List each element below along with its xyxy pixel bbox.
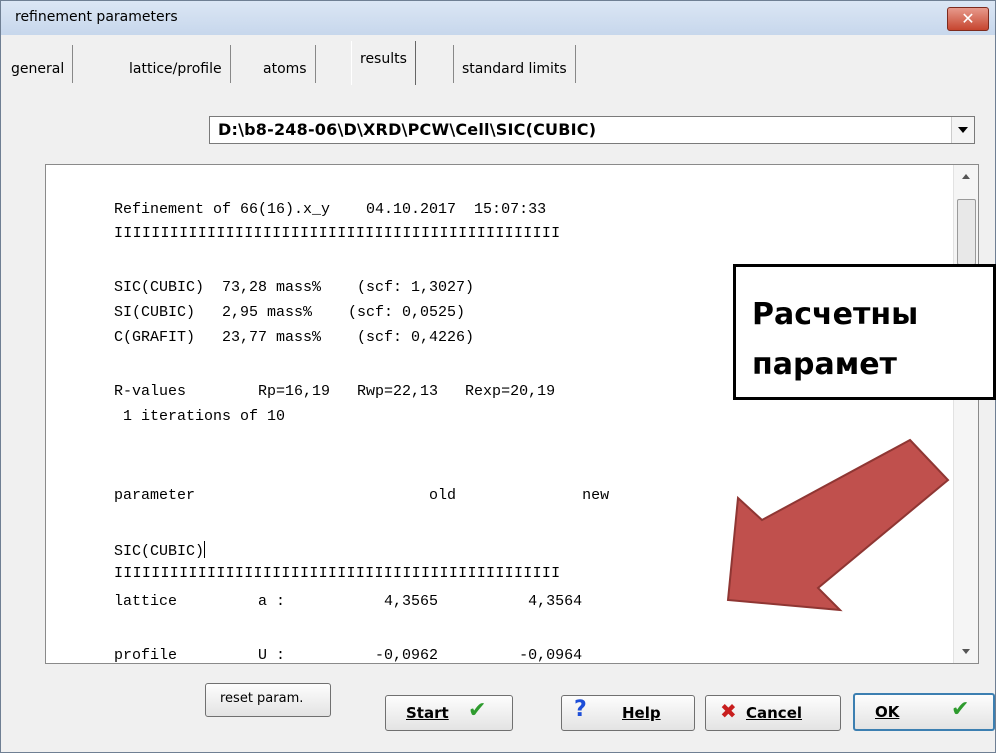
window-title: refinement parameters — [15, 9, 178, 25]
tab-atoms[interactable]: atoms — [255, 45, 316, 83]
question-icon: ? — [574, 697, 587, 722]
arrow-shape — [726, 438, 950, 612]
start-label: Start — [406, 704, 449, 722]
tab-strip: general lattice/profile atoms results st… — [1, 35, 995, 85]
results-divider: IIIIIIIIIIIIIIIIIIIIIIIIIIIIIIIIIIIIIIII… — [114, 225, 561, 242]
text-cursor — [204, 541, 206, 558]
tab-general[interactable]: general — [3, 45, 74, 83]
help-label: Help — [622, 704, 661, 722]
scroll-down-icon[interactable] — [954, 641, 978, 663]
phase-line: C(GRAFIT) 23,77 mass% (scf: 0,4226) — [114, 329, 475, 346]
chevron-down-icon[interactable] — [951, 117, 974, 143]
start-button[interactable]: Start ✔ — [385, 695, 513, 731]
ok-button[interactable]: OK ✔ — [853, 693, 995, 731]
tab-standard-limits[interactable]: standard limits — [453, 45, 576, 83]
annotation-line-2: парамет — [752, 347, 897, 382]
annotation-arrow — [726, 438, 950, 612]
profile-line: profile U : -0,0962 -0,0964 — [114, 647, 583, 664]
lattice-line: lattice a : 4,3565 4,3564 — [114, 593, 583, 610]
path-value: D:\b8-248-06\D\XRD\PCW\Cell\SIC(CUBIC) — [218, 120, 597, 139]
parameter-header-line: parameter old new — [114, 487, 610, 504]
close-icon: ✕ — [961, 9, 975, 28]
scroll-thumb[interactable] — [957, 199, 976, 265]
reset-param-button[interactable]: reset param. — [205, 683, 331, 717]
checkmark-icon: ✔ — [468, 698, 487, 723]
ok-label: OK — [875, 703, 900, 721]
close-icon: ✖ — [720, 699, 737, 723]
phase-name-line: SIC(CUBIC) — [114, 541, 206, 560]
tab-results[interactable]: results — [351, 41, 416, 85]
cancel-button[interactable]: ✖ Cancel — [705, 695, 841, 731]
results-header: Refinement of 66(16).x_y 04.10.2017 15:0… — [114, 201, 547, 218]
tab-lattice-profile[interactable]: lattice/profile — [121, 45, 231, 83]
results-divider: IIIIIIIIIIIIIIIIIIIIIIIIIIIIIIIIIIIIIIII… — [114, 565, 561, 582]
phase-name: SIC(CUBIC) — [114, 543, 205, 560]
checkmark-icon: ✔ — [951, 697, 970, 722]
annotation-line-1: Расчетны — [752, 297, 919, 332]
phase-line: SIC(CUBIC) 73,28 mass% (scf: 1,3027) — [114, 279, 475, 296]
path-combobox[interactable]: D:\b8-248-06\D\XRD\PCW\Cell\SIC(CUBIC) — [209, 116, 975, 144]
r-values-line: R-values Rp=16,19 Rwp=22,13 Rexp=20,19 — [114, 383, 556, 400]
phase-line: SI(CUBIC) 2,95 mass% (scf: 0,0525) — [114, 304, 466, 321]
help-button[interactable]: ? Help — [561, 695, 695, 731]
reset-param-label: reset param. — [220, 691, 304, 706]
title-bar: refinement parameters ✕ — [1, 1, 995, 36]
close-button[interactable]: ✕ — [947, 7, 989, 31]
scroll-up-icon[interactable] — [954, 165, 978, 187]
iterations-line: 1 iterations of 10 — [114, 408, 286, 425]
cancel-label: Cancel — [746, 704, 803, 722]
